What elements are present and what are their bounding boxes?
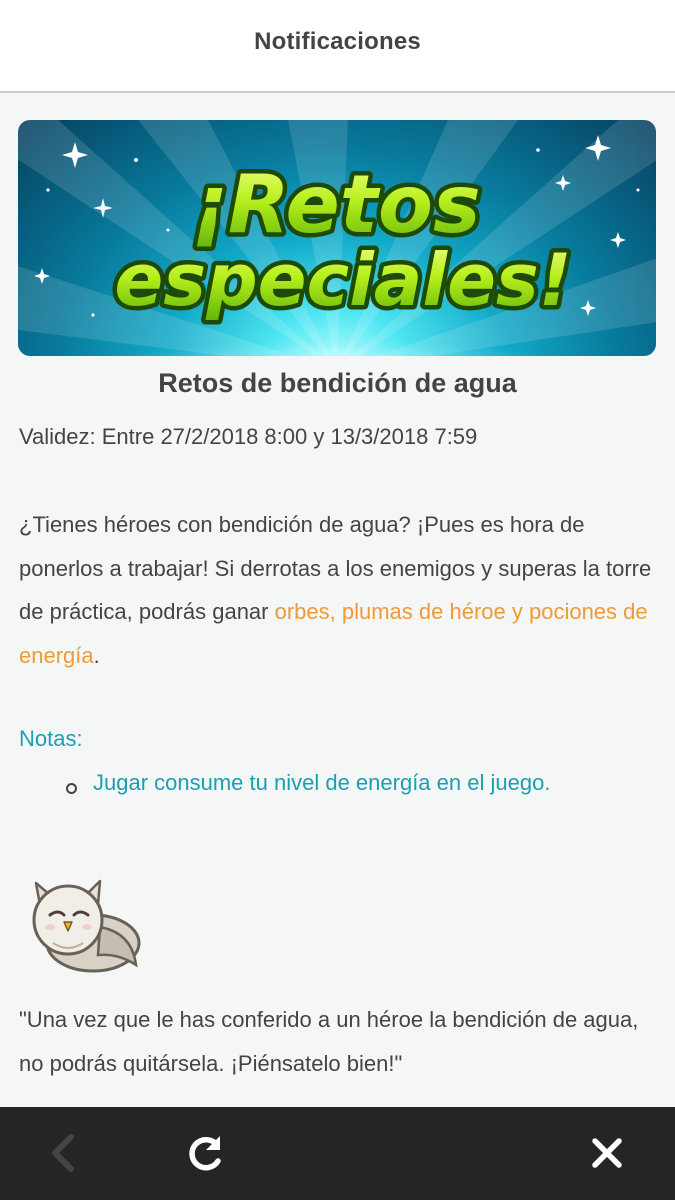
reload-icon [189,1136,221,1171]
validity-period: Validez: Entre 27/2/2018 8:00 y 13/3/201… [19,424,478,449]
close-icon [592,1138,622,1168]
notes-item: Jugar consume tu nivel de energía en el … [93,770,551,795]
owl-feh-icon [28,875,143,982]
header: Notificaciones [0,0,675,93]
close-button[interactable] [585,1131,629,1175]
notes-label: Notas: [19,726,83,751]
bullet-icon [66,783,77,794]
event-banner: ¡Retos ¡Retos especiales! especiales! [18,120,656,356]
banner-art: ¡Retos ¡Retos especiales! especiales! [18,120,656,356]
owl-quote: "Una vez que le has conferido a un héroe… [19,1007,639,1076]
notification-content[interactable]: ¡Retos ¡Retos especiales! especiales! Re… [0,93,675,1107]
body-end: . [93,642,100,668]
page-title: Notificaciones [254,28,421,55]
reload-button[interactable] [184,1131,228,1175]
article-title: Retos de bendición de agua [158,368,517,398]
article-body: ¿Tienes héroes con bendición de agua? ¡P… [19,503,664,677]
back-button[interactable] [43,1131,87,1175]
banner-line2: especiales! [114,238,571,322]
chevron-left-icon [52,1134,74,1172]
bottom-nav-bar [0,1107,675,1200]
